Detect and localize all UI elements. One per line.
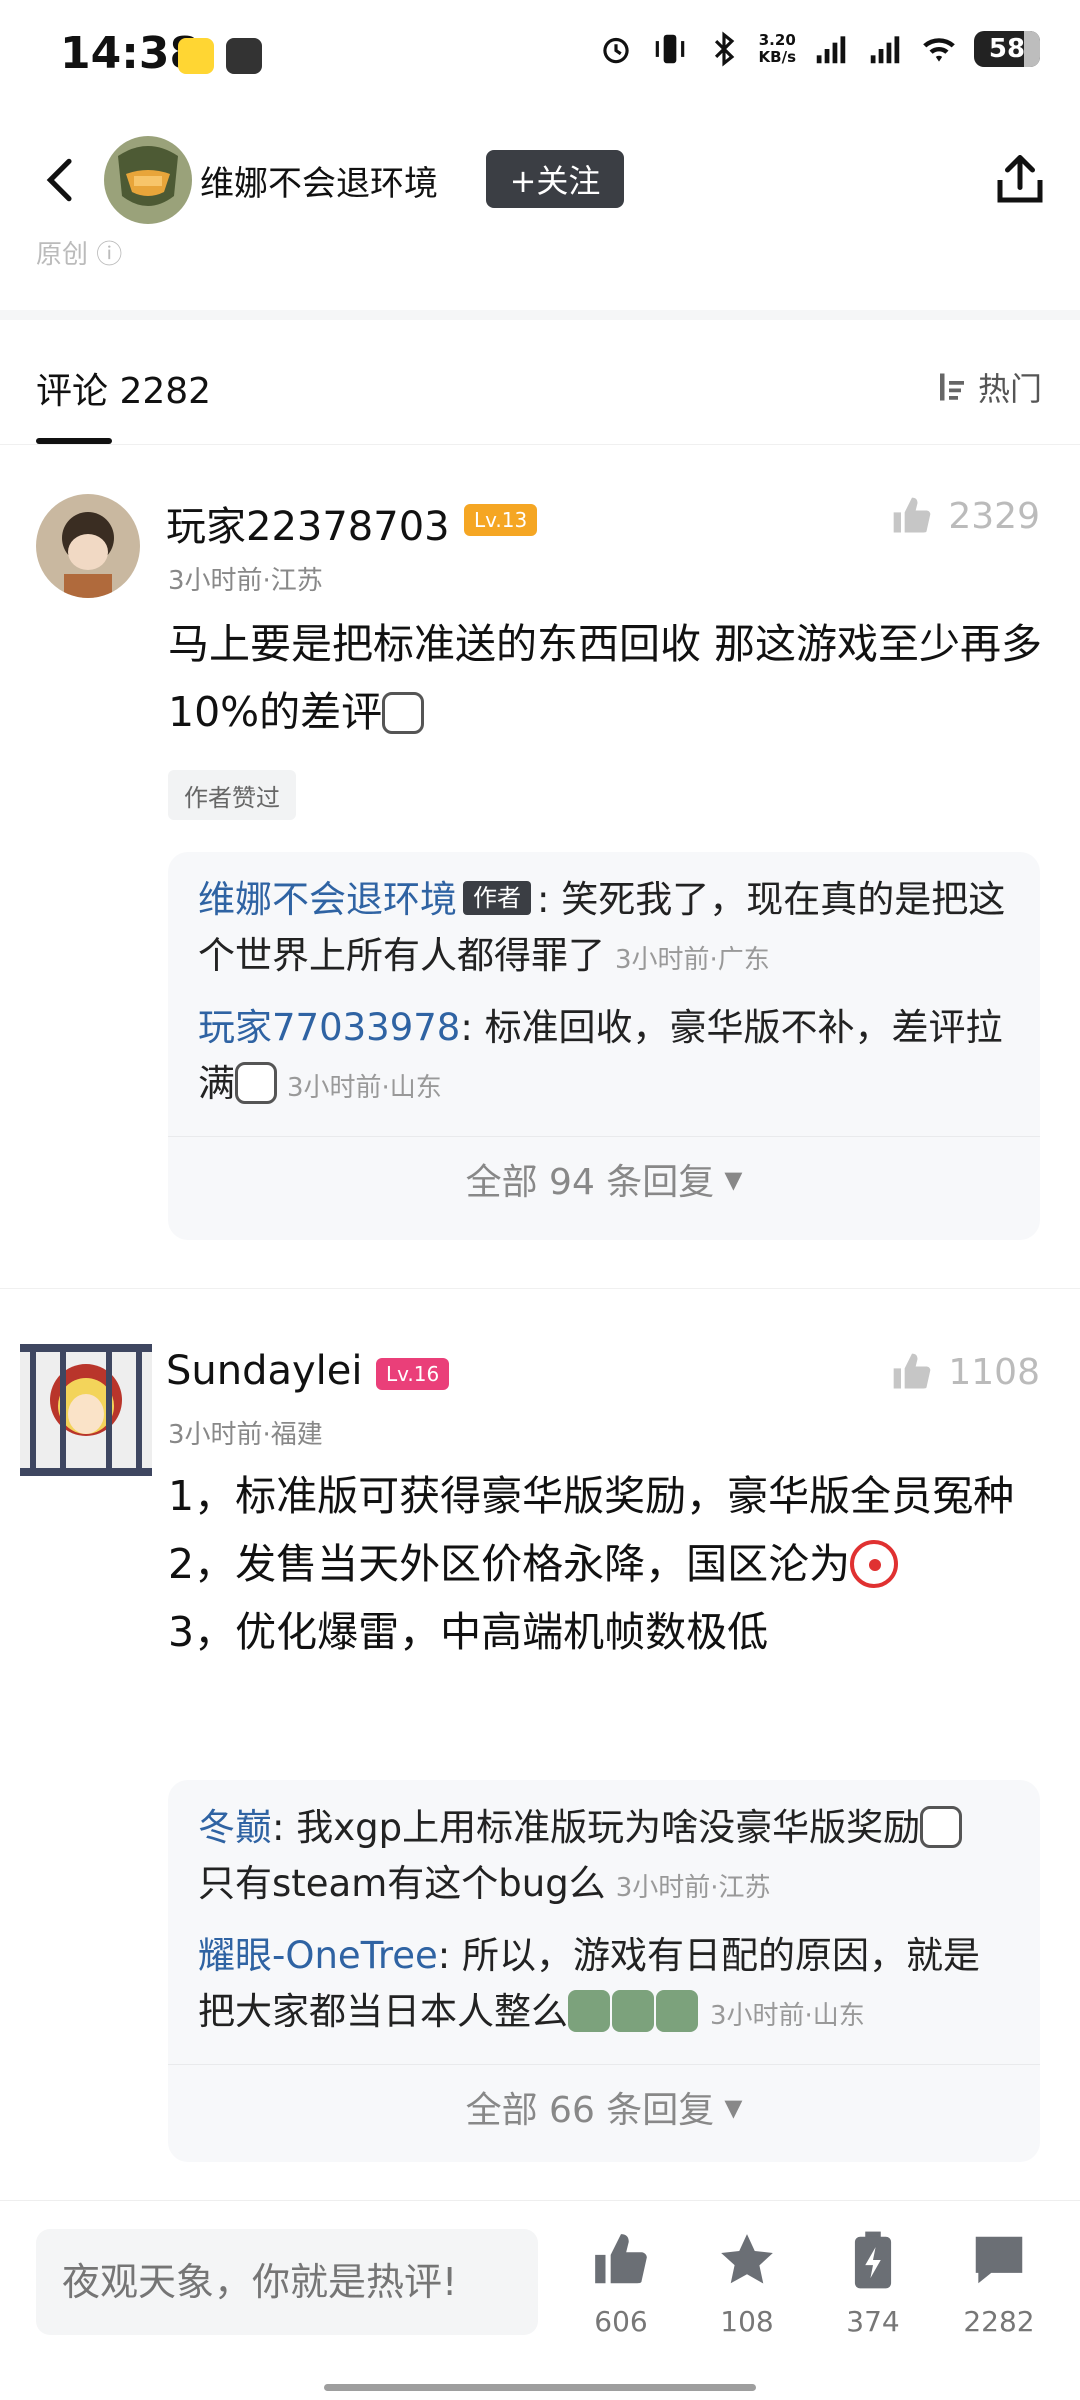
vibrate-icon <box>655 34 684 64</box>
caret-down-icon: ▾ <box>724 2086 743 2128</box>
favorite-count: 108 <box>720 2305 774 2338</box>
author-liked-tag: 作者赞过 <box>168 770 296 820</box>
status-icons: 3.20 KB/s 58 <box>597 30 1040 68</box>
view-all-replies[interactable]: 全部 94 条回复 ▾ <box>168 1137 1040 1221</box>
sort-icon <box>939 373 964 401</box>
author-name[interactable]: 维娜不会退环境 <box>200 156 438 205</box>
author-avatar[interactable] <box>104 136 192 224</box>
follow-button[interactable]: +关注 <box>486 150 624 208</box>
emoji-icon <box>235 1062 277 1104</box>
like-button[interactable]: 606 <box>566 2229 676 2338</box>
reply-item[interactable]: 玩家77033978: 标准回收，豪华版不补，差评拉满 3小时前·山东 <box>168 988 1040 1136</box>
back-button[interactable] <box>34 152 90 208</box>
comment-line: 3，优化爆雷，中高端机帧数极低 <box>168 1608 769 1656</box>
comment-item: Sundaylei Lv.16 1108 3小时前·福建 1，标准版可获得豪华版… <box>0 1336 1080 2176</box>
reply-item[interactable]: 耀眼-OneTree: 所以，游戏有日配的原因，就是把大家都当日本人整么 3小时前… <box>168 1916 1040 2064</box>
reply-box: 维娜不会退环境 作者: 笑死我了，现在真的是把这个世界上所有人都得罪了 3小时前·广… <box>168 852 1040 1240</box>
star-icon <box>721 2234 773 2284</box>
level-badge: Lv.13 <box>464 504 538 536</box>
status-bar: 14:38 3.20 KB/s 58 <box>0 0 1080 120</box>
signal-5g-icon-2 <box>870 36 900 64</box>
comment-bubble-icon <box>975 2236 1023 2284</box>
app-notification-icon <box>178 38 214 74</box>
home-indicator[interactable] <box>324 2384 756 2391</box>
alarm-icon <box>602 37 629 64</box>
section-gap <box>0 310 1080 320</box>
commenter-avatar[interactable] <box>20 1344 152 1476</box>
favorite-button[interactable]: 108 <box>692 2229 802 2338</box>
like-count: 2329 <box>948 495 1040 537</box>
comment-tabs: 评论 2282 热门 <box>0 330 1080 445</box>
charge-count: 374 <box>846 2305 900 2338</box>
comment-item: 玩家22378703 Lv.13 2329 3小时前·江苏 马上要是把标准送的东… <box>0 480 1080 1260</box>
reply-item[interactable]: 维娜不会退环境 作者: 笑死我了，现在真的是把这个世界上所有人都得罪了 3小时前·广… <box>168 852 1040 988</box>
comment-button[interactable]: 2282 <box>944 2229 1054 2338</box>
comment-divider <box>0 1288 1080 1289</box>
caret-down-icon: ▾ <box>724 1158 743 1200</box>
wifi-icon <box>923 38 955 62</box>
like-count: 1108 <box>948 1351 1040 1393</box>
level-badge: Lv.16 <box>376 1358 450 1390</box>
reply-name[interactable]: 玩家77033978 <box>198 1006 460 1049</box>
reply-name[interactable]: 维娜不会退环境 <box>198 878 457 921</box>
reply-name[interactable]: 冬巅 <box>198 1806 272 1849</box>
reply-box: 冬巅: 我xgp上用标准版玩为啥没豪华版奖励 只有steam有这个bug么 3小时前… <box>168 1780 1040 2162</box>
like-count: 606 <box>594 2305 648 2338</box>
charge-button[interactable]: 374 <box>818 2229 928 2338</box>
tab-underline <box>36 438 112 444</box>
post-header: 维娜不会退环境 +关注 <box>0 120 1080 240</box>
comment-meta: 3小时前·江苏 <box>168 566 323 596</box>
view-all-replies[interactable]: 全部 66 条回复 ▾ <box>168 2065 1040 2149</box>
bottom-action-bar: 606 108 374 2282 <box>0 2200 1080 2400</box>
comment-count: 2282 <box>963 2305 1035 2338</box>
comment-body: 马上要是把标准送的东西回收 那这游戏至少再多10%的差评 <box>168 620 1043 736</box>
comment-like-button[interactable]: 2329 <box>890 494 1040 538</box>
sort-hot-button[interactable]: 热门 <box>934 364 1042 410</box>
thumbs-up-icon <box>894 1353 931 1389</box>
comment-input[interactable] <box>36 2229 538 2335</box>
emoji-icon <box>568 1990 610 2032</box>
battery-charge-icon <box>854 2231 892 2289</box>
comment-meta: 3小时前·福建 <box>168 1420 323 1450</box>
reply-item[interactable]: 冬巅: 我xgp上用标准版玩为啥没豪华版奖励 只有steam有这个bug么 3小时前… <box>168 1780 1040 1916</box>
emoji-icon <box>656 1990 698 2032</box>
reply-name[interactable]: 耀眼-OneTree <box>198 1934 438 1977</box>
bluetooth-icon <box>714 31 734 67</box>
emoji-icon <box>612 1990 654 2032</box>
clown-emoji-icon <box>850 1540 899 1588</box>
comment-line: 2，发售当天外区价格永降，国区沦为 <box>168 1530 1048 1598</box>
comment-line: 1，标准版可获得豪华版奖励，豪华版全员冤种 <box>168 1472 1015 1520</box>
comment-like-button[interactable]: 1108 <box>890 1350 1040 1394</box>
commenter-avatar[interactable] <box>36 494 140 598</box>
net-speed: 3.20 KB/s <box>758 31 796 66</box>
thumbs-up-icon <box>595 2234 647 2284</box>
emoji-icon <box>920 1806 963 1848</box>
emoji-icon <box>382 692 425 734</box>
commenter-name[interactable]: Sundaylei <box>166 1348 363 1394</box>
sort-label: 热门 <box>977 370 1042 408</box>
signal-5g-icon <box>816 36 846 64</box>
battery-icon: 58 <box>974 31 1040 67</box>
thumbs-up-icon <box>894 497 931 533</box>
sync-notification-icon <box>226 38 262 74</box>
commenter-name[interactable]: 玩家22378703 <box>166 494 450 552</box>
original-label: 原创 ⓘ <box>36 240 123 270</box>
author-tag: 作者 <box>463 881 531 915</box>
tab-comments[interactable]: 评论 2282 <box>36 362 211 414</box>
share-icon[interactable] <box>990 150 1050 210</box>
comment-body: 1，标准版可获得豪华版奖励，豪华版全员冤种 2，发售当天外区价格永降，国区沦为 … <box>168 1462 1048 1666</box>
